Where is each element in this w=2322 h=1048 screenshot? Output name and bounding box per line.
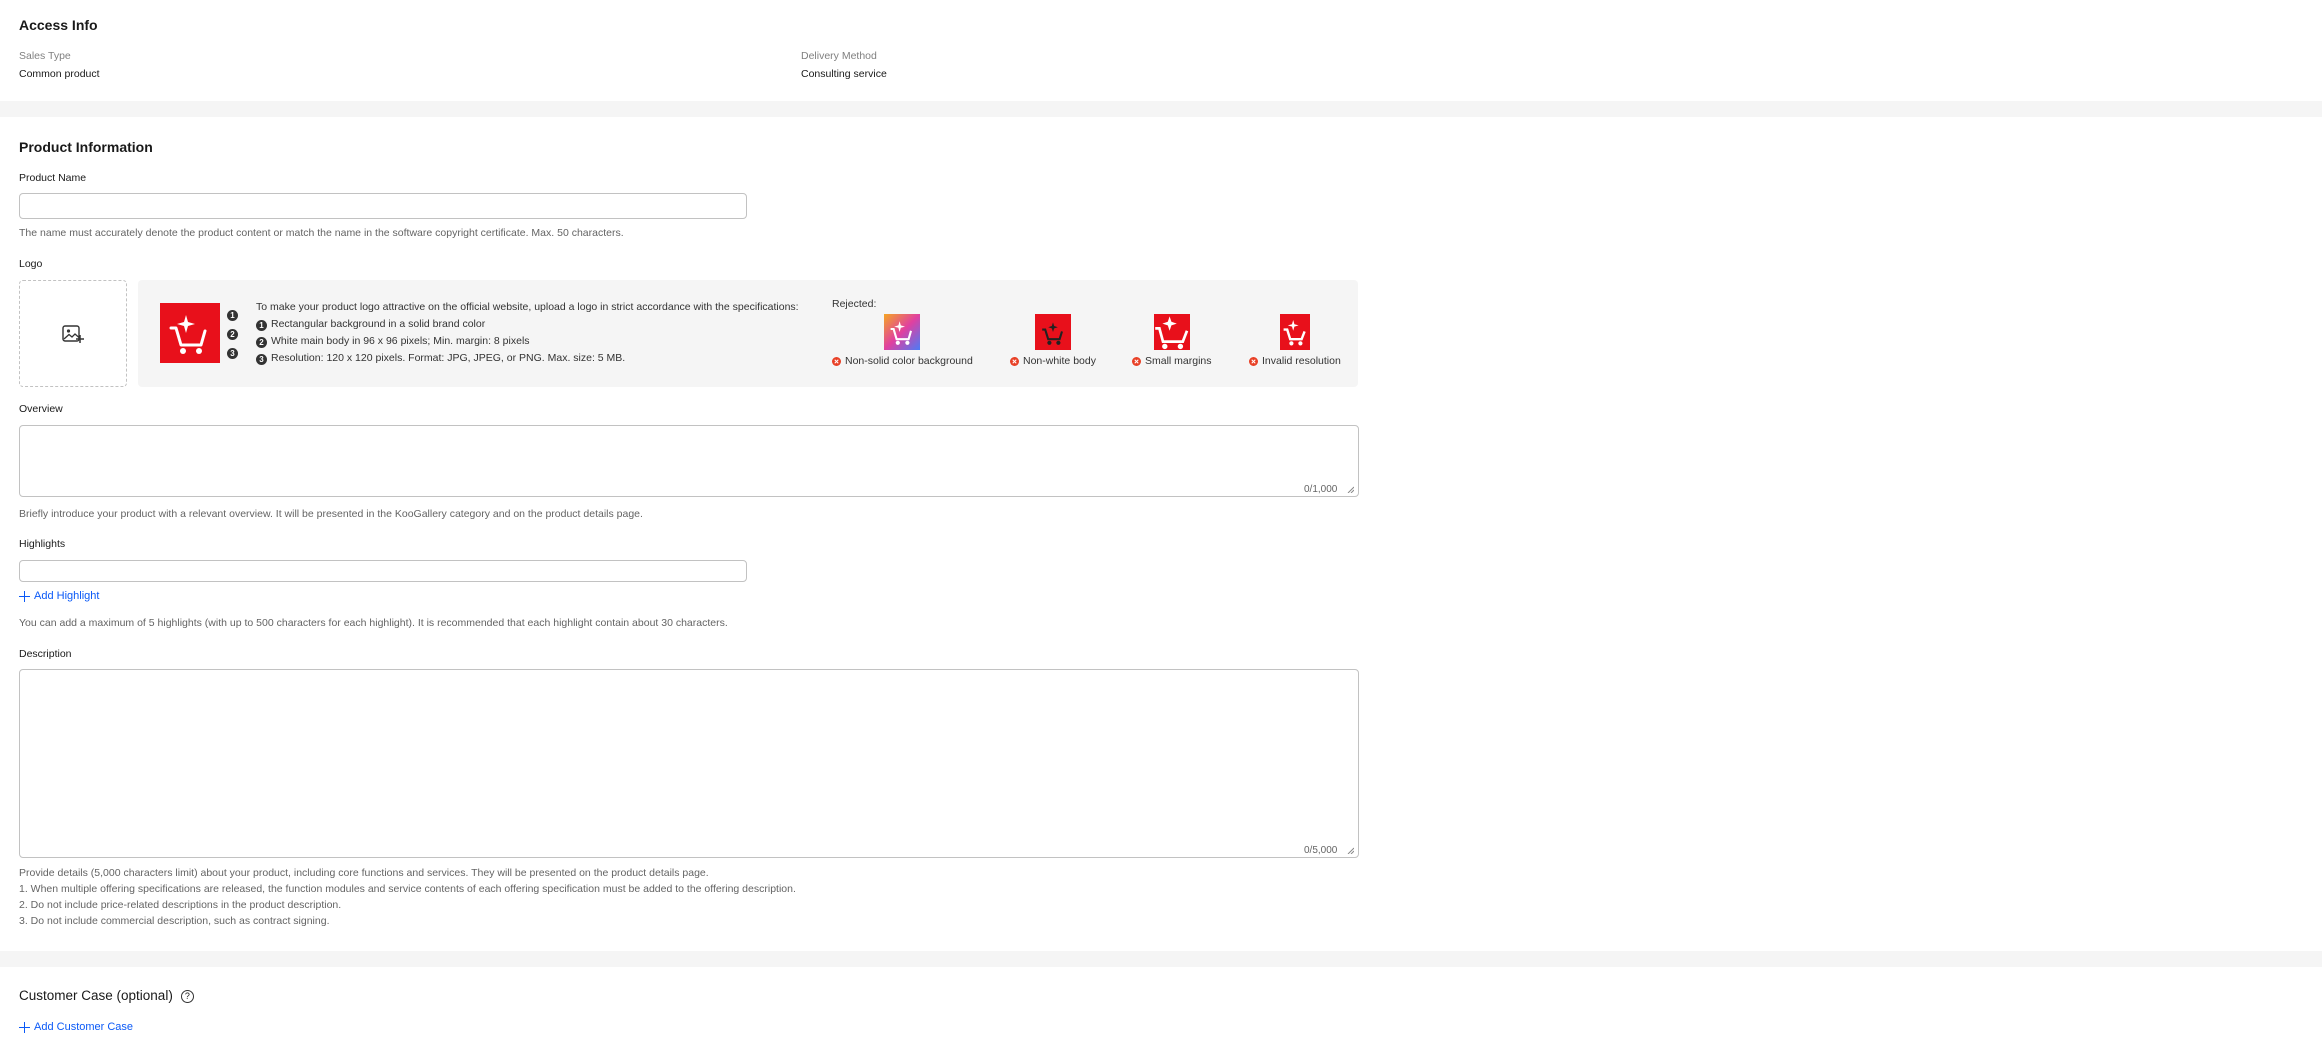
spec-marker-1: 1 [227, 310, 238, 321]
spec-marker-2: 2 [227, 329, 238, 340]
resize-handle-icon[interactable] [1347, 847, 1354, 854]
highlight-input[interactable] [19, 560, 747, 582]
low-resolution-logo-image [1279, 314, 1310, 350]
section-separator [0, 951, 2322, 967]
rejected-reason: Invalid resolution [1262, 355, 1341, 367]
dark-body-logo-image [1034, 314, 1071, 350]
logo-spec-item: 2 White main body in 96 x 96 pixels; Min.… [256, 335, 799, 352]
rejected-example: Non-white body [1010, 314, 1096, 367]
rejected-reason: Non-white body [1023, 355, 1096, 367]
overview-counter: 0/1,000 [1304, 484, 1338, 495]
sales-type-label: Sales Type [19, 50, 71, 62]
add-customer-case-label: Add Customer Case [34, 1021, 134, 1033]
add-highlight-label: Add Highlight [34, 590, 100, 602]
error-icon [1010, 356, 1019, 366]
description-hints: Provide details (5,000 characters limit)… [19, 865, 796, 929]
plus-icon [19, 590, 30, 602]
logo-spec-panel: 1 2 3 To make your product logo attracti… [138, 280, 1358, 387]
rejected-example: Invalid resolution [1249, 314, 1341, 367]
error-icon [1132, 356, 1141, 366]
delivery-method-value: Consulting service [801, 68, 887, 80]
delivery-method-label: Delivery Method [801, 50, 877, 62]
rejected-reason: Non-solid color background [845, 355, 973, 367]
rejected-reason: Small margins [1145, 355, 1212, 367]
overview-label: Overview [19, 403, 63, 415]
description-hint-line: Provide details (5,000 characters limit)… [19, 867, 709, 879]
description-hint-line: 2. Do not include price-related descript… [19, 899, 342, 911]
logo-spec-item: 1 Rectangular background in a solid brand… [256, 318, 799, 335]
logo-spec-intro: To make your product logo attractive on … [256, 301, 799, 313]
description-counter: 0/5,000 [1304, 845, 1338, 856]
product-info-section: Product Information Product Name The nam… [0, 117, 2322, 951]
highlights-label: Highlights [19, 538, 66, 550]
error-icon [832, 356, 841, 366]
product-info-title: Product Information [19, 139, 153, 155]
product-name-input[interactable] [19, 193, 747, 219]
overview-hint: Briefly introduce your product with a re… [19, 508, 643, 520]
error-icon [1249, 356, 1258, 366]
section-separator [0, 101, 2322, 117]
logo-spec-markers: 1 2 3 [227, 310, 239, 359]
customer-case-title: Customer Case (optional)? [19, 988, 194, 1003]
logo-spec-item: 3 Resolution: 120 x 120 pixels. Format: J… [256, 352, 799, 369]
logo-spec-text: To make your product logo attractive on … [256, 301, 799, 369]
logo-label: Logo [19, 258, 43, 270]
rejected-example: Small margins [1132, 314, 1212, 367]
question-circle-icon[interactable]: ? [180, 989, 194, 1003]
access-info-title: Access Info [19, 17, 98, 33]
product-name-label: Product Name [19, 172, 87, 184]
overview-textarea[interactable] [19, 425, 1359, 497]
gradient-logo-image [884, 314, 921, 350]
add-customer-case-button[interactable]: Add Customer Case [19, 1021, 133, 1033]
access-info-section: Access Info Sales Type Common product De… [0, 0, 2322, 101]
small-margin-logo-image [1153, 314, 1190, 350]
highlights-hint: You can add a maximum of 5 highlights (w… [19, 617, 728, 629]
rejected-example: Non-solid color background [832, 314, 973, 367]
rejected-label: Rejected: [832, 298, 877, 310]
shopping-cart-icon [169, 315, 207, 354]
product-name-hint: The name must accurately denote the prod… [19, 227, 624, 239]
logo-upload-button[interactable] [19, 280, 127, 387]
customer-case-section: Customer Case (optional)? Add Customer C… [0, 967, 2322, 1048]
description-label: Description [19, 648, 72, 660]
description-hint-line: 3. Do not include commercial description… [19, 915, 330, 927]
description-textarea[interactable] [19, 669, 1359, 858]
add-highlight-button[interactable]: Add Highlight [19, 590, 99, 602]
description-hint-line: 1. When multiple offering specifications… [19, 883, 796, 895]
logo-example-good [160, 303, 220, 363]
resize-handle-icon[interactable] [1347, 486, 1354, 493]
image-add-icon [62, 324, 84, 343]
sales-type-value: Common product [19, 68, 100, 80]
spec-marker-3: 3 [227, 348, 238, 359]
plus-icon [19, 1021, 30, 1033]
